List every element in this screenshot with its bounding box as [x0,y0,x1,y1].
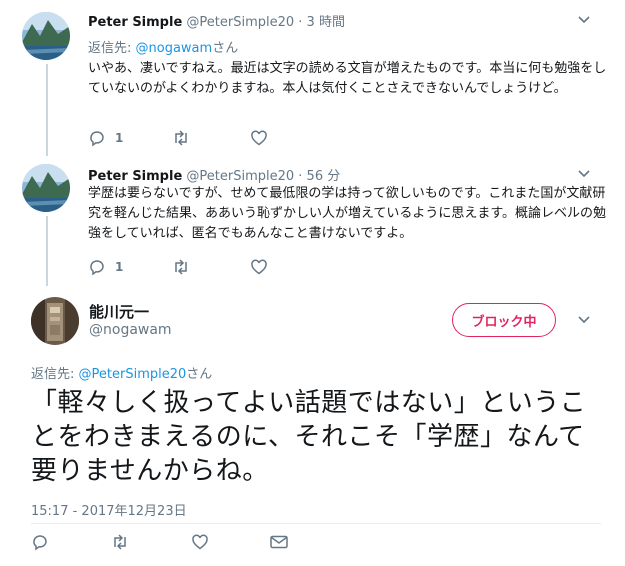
retweet-icon [175,130,187,146]
tweet-header: Peter Simple @PeterSimple20 · 3 時間 [88,11,345,30]
retweet-button[interactable] [111,533,129,551]
like-button[interactable] [191,533,209,551]
author-name[interactable]: Peter Simple [88,15,182,30]
thread-line [46,64,48,156]
reply-to-prefix: 返信先: [88,41,136,56]
author-handle[interactable]: @PeterSimple20 [186,169,294,184]
tweet-2[interactable]: Peter Simple @PeterSimple20 · 56 分 学歴は要ら… [0,152,625,286]
tweet-1[interactable]: Peter Simple @PeterSimple20 · 3 時間 返信先: … [0,0,625,156]
thread-line [46,216,48,286]
tweet-time[interactable]: · 56 分 [298,169,340,184]
author-handle[interactable]: @PeterSimple20 [186,15,294,30]
envelope-icon [270,535,288,549]
reply-to-suffix: さん [186,367,213,382]
author-handle[interactable]: @nogawam [89,322,172,338]
tweet-header: Peter Simple @PeterSimple20 · 56 分 [88,165,340,184]
tweet-time[interactable]: · 3 時間 [298,15,345,30]
reply-to-line: 返信先: @nogawamさん [88,37,238,56]
reply-count: 1 [115,260,124,274]
tweet-text: 学歴は要らないですが、せめて最低限の学は持って欲しいものです。これまた国が文献研… [88,186,607,241]
tweet-timestamp[interactable]: 15:17 - 2017年12月23日 [31,500,187,519]
heart-icon [251,259,267,275]
reply-button[interactable] [31,533,49,551]
avatar-landscape-image [22,164,70,212]
chevron-down-icon[interactable] [577,313,591,327]
reply-icon [90,260,104,276]
blocked-button[interactable]: ブロック中 [452,303,556,337]
reply-to-link[interactable]: @nogawam [136,41,213,56]
chevron-down-icon[interactable] [577,167,591,181]
reply-button[interactable]: 1 [88,129,123,147]
reply-to-prefix: 返信先: [31,367,79,382]
heart-icon [192,534,208,550]
tweet-text: いやあ、凄いですねえ。最近は文字の読める文盲が増えたものです。本当に何も勉強をし… [88,61,607,96]
avatar-photo-image [31,297,79,345]
heart-icon [251,130,267,146]
avatar-peter-simple[interactable] [22,164,70,212]
author-name[interactable]: Peter Simple [88,169,182,184]
chevron-down-icon[interactable] [577,13,591,27]
reply-to-line: 返信先: @PeterSimple20さん [31,363,212,382]
main-tweet-text: 「軽々しく扱ってよい話題ではない」ということをわきまえるのに、それこそ「学歴」な… [31,388,587,486]
retweet-button[interactable] [172,129,190,147]
reply-button[interactable]: 1 [88,258,123,276]
reply-to-suffix: さん [212,41,239,56]
retweet-button[interactable] [172,258,190,276]
like-button[interactable] [250,258,268,276]
avatar-peter-simple[interactable] [22,12,70,60]
avatar-nogawam[interactable] [31,297,79,345]
dm-button[interactable] [269,533,289,551]
retweet-icon [114,534,126,550]
avatar-landscape-image [22,12,70,60]
reply-count: 1 [115,131,124,145]
reply-icon [33,535,47,551]
divider [31,523,601,524]
retweet-icon [175,259,187,275]
reply-icon [90,131,104,147]
reply-to-link[interactable]: @PeterSimple20 [79,367,187,382]
author-name[interactable]: 能川元一 [89,301,149,322]
like-button[interactable] [250,129,268,147]
